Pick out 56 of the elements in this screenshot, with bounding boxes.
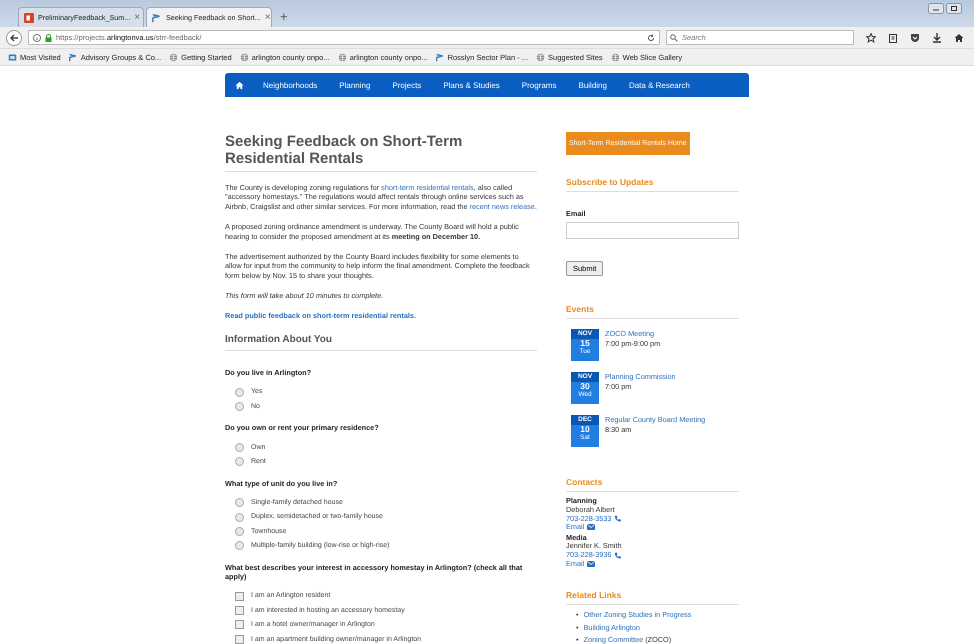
- radio-button[interactable]: [235, 402, 244, 412]
- nav-link[interactable]: Planning: [328, 80, 382, 90]
- section-heading: Events: [566, 304, 739, 320]
- radio-button[interactable]: [235, 388, 244, 397]
- flag-icon: [152, 12, 162, 22]
- globe-icon: [169, 52, 178, 62]
- nav-link[interactable]: Programs: [510, 80, 568, 90]
- flag-icon: [68, 52, 78, 62]
- flag-icon: [436, 52, 445, 62]
- phone-icon: [614, 515, 622, 522]
- minimize-icon[interactable]: [928, 3, 944, 14]
- pocket-icon[interactable]: [910, 32, 920, 42]
- slides-icon: [24, 12, 34, 22]
- section-heading: Related Links: [566, 590, 739, 606]
- radio-button[interactable]: [235, 541, 244, 550]
- radio-button[interactable]: [235, 442, 244, 452]
- home-icon[interactable]: [235, 80, 244, 90]
- section-heading: Information About You: [225, 334, 537, 352]
- star-icon[interactable]: [866, 32, 876, 42]
- checkbox[interactable]: [235, 606, 244, 615]
- nav-link[interactable]: Plans & Studies: [432, 80, 511, 90]
- radio-button[interactable]: [235, 526, 244, 536]
- checkbox[interactable]: [235, 620, 244, 630]
- globe-icon: [610, 52, 620, 62]
- new-tab-button[interactable]: +: [274, 9, 294, 27]
- phone-icon: [614, 552, 622, 559]
- checkbox[interactable]: [235, 634, 244, 644]
- close-tab-button[interactable]: ×: [264, 12, 271, 23]
- checkbox[interactable]: [235, 592, 244, 601]
- section-heading: Contacts: [566, 477, 739, 492]
- download-icon[interactable]: [932, 32, 942, 42]
- home-icon[interactable]: [954, 32, 964, 42]
- radio-button[interactable]: [235, 512, 244, 522]
- info-icon[interactable]: [33, 34, 41, 42]
- radio-button[interactable]: [235, 457, 244, 466]
- nav-link[interactable]: Data & Research: [618, 80, 701, 90]
- email-field[interactable]: [566, 222, 739, 240]
- globe-icon: [536, 52, 546, 62]
- clipboard-icon[interactable]: [888, 32, 898, 42]
- nav-link[interactable]: Projects: [381, 80, 432, 90]
- reload-icon[interactable]: [647, 34, 655, 42]
- nav-link[interactable]: Neighborhoods: [252, 80, 328, 90]
- folder-icon: [8, 52, 17, 62]
- section-heading: Subscribe to Updates: [566, 177, 739, 192]
- search-icon: [670, 34, 678, 42]
- envelope-icon: [587, 560, 596, 567]
- back-button[interactable]: [6, 30, 22, 46]
- globe-icon: [338, 52, 347, 62]
- close-tab-button[interactable]: ×: [134, 12, 140, 23]
- page-title: Seeking Feedback on Short-Term Residential Rentals: [225, 134, 537, 172]
- envelope-icon: [587, 524, 596, 530]
- radio-button[interactable]: [235, 498, 244, 508]
- lock-icon: [45, 34, 52, 42]
- restore-icon[interactable]: [946, 3, 962, 14]
- nav-link[interactable]: Building: [567, 80, 618, 90]
- globe-icon: [240, 52, 249, 62]
